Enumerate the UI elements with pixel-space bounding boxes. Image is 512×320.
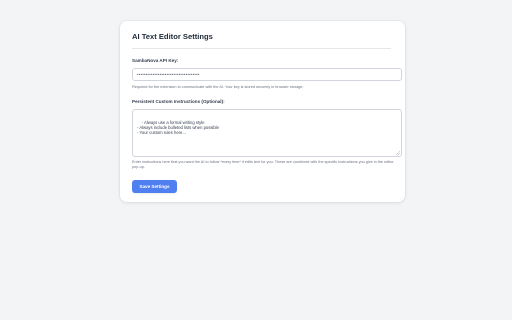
save-settings-button[interactable]: Save Settings xyxy=(132,179,177,193)
api-key-help-text: Required for the extension to communicat… xyxy=(132,85,304,89)
custom-instructions-label: Persistent Custom Instructions (Optional… xyxy=(132,99,225,105)
page-title: AI Text Editor Settings xyxy=(132,32,213,41)
custom-instructions-value: - Always use a formal writing style - Al… xyxy=(137,119,219,136)
resize-grip-icon[interactable] xyxy=(396,151,400,156)
api-key-input[interactable]: •••••••••••••••••••••••••••••••••••• xyxy=(132,68,402,81)
api-key-value: •••••••••••••••••••••••••••••••••••• xyxy=(137,72,200,77)
custom-instructions-help-text: Enter instructions here that you want th… xyxy=(132,160,394,170)
settings-card: AI Text Editor Settings SambaNova API Ke… xyxy=(120,21,405,202)
api-key-label: SambaNova API Key: xyxy=(132,58,179,63)
title-divider xyxy=(132,48,391,49)
custom-instructions-textarea[interactable]: - Always use a formal writing style - Al… xyxy=(132,109,402,158)
